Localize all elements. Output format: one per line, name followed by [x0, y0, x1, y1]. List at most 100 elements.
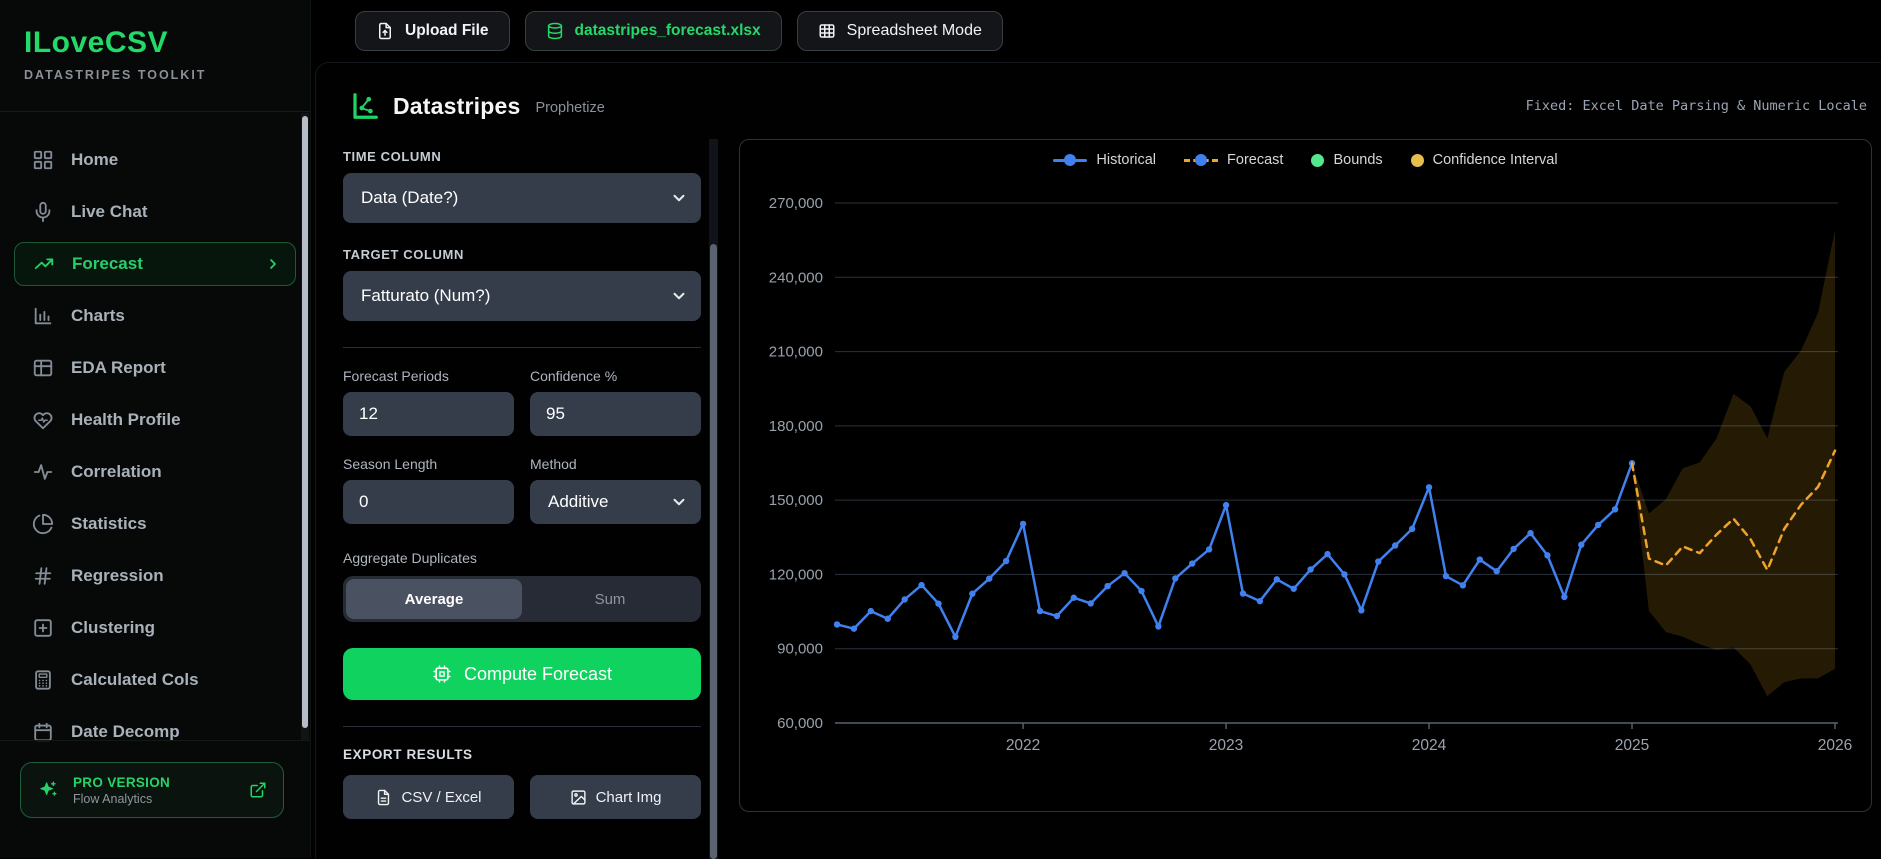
export-csv-button[interactable]: CSV / Excel: [343, 775, 514, 819]
export-chart-img-button[interactable]: Chart Img: [530, 775, 701, 819]
spreadsheet-mode-button[interactable]: Spreadsheet Mode: [796, 11, 1003, 51]
bar-chart-icon: [32, 305, 54, 327]
config-divider: [343, 347, 701, 348]
hash-icon: [32, 565, 54, 587]
pie-chart-icon: [32, 513, 54, 535]
pro-version-card[interactable]: PRO VERSION Flow Analytics: [20, 762, 284, 818]
sidebar-item-label: Statistics: [71, 514, 147, 533]
legend-label: Historical: [1096, 152, 1157, 168]
legend-dashed-swatch: [1184, 153, 1219, 167]
page-header: Datastripes Prophetize Fixed: Excel Date…: [316, 63, 1881, 139]
legend-dot-swatch: [1311, 153, 1325, 167]
datastripes-logo-icon: [350, 91, 380, 121]
legend-item-bounds[interactable]: Bounds: [1311, 152, 1383, 168]
upload-file-label: Upload File: [405, 22, 489, 39]
sidebar-item-regression[interactable]: Regression: [14, 554, 296, 598]
sparkles-icon: [37, 779, 59, 801]
sidebar-item-label: Home: [71, 150, 119, 169]
export-csv-label: CSV / Excel: [401, 788, 482, 806]
aggregate-duplicates-label: Aggregate Duplicates: [343, 550, 477, 566]
sidebar-scrollbar[interactable]: [301, 113, 309, 740]
forecast-config-panel: TIME COLUMN Data (Date?) TARGET COLUMN F…: [343, 139, 701, 819]
sidebar-item-correlation[interactable]: Correlation: [14, 450, 296, 494]
svg-text:210,000: 210,000: [769, 344, 823, 361]
sidebar-item-eda-report[interactable]: EDA Report: [14, 346, 296, 390]
trend-up-icon: [33, 253, 55, 275]
sidebar-item-date-decomp[interactable]: Date Decomp: [14, 710, 296, 754]
svg-text:2023: 2023: [1209, 737, 1243, 754]
compute-forecast-button[interactable]: Compute Forecast: [343, 648, 701, 700]
sidebar-item-label: Correlation: [71, 462, 162, 481]
sidebar-item-health-profile[interactable]: Health Profile: [14, 398, 296, 442]
confidence-label: Confidence %: [530, 368, 618, 384]
sidebar-scrollbar-thumb[interactable]: [302, 116, 308, 728]
chevron-down-icon: [670, 493, 688, 511]
current-file-button[interactable]: datastripes_forecast.xlsx: [524, 11, 782, 51]
legend-item-confidence-interval[interactable]: Confidence Interval: [1410, 152, 1558, 168]
time-column-value: Data (Date?): [361, 188, 459, 207]
forecast-periods-input[interactable]: [343, 392, 514, 436]
page-subtitle: Prophetize: [535, 100, 605, 116]
svg-text:180,000: 180,000: [769, 418, 823, 435]
logo-block: ILoveCSV DATASTRIPES TOOLKIT: [0, 0, 310, 112]
legend-label: Bounds: [1333, 152, 1383, 168]
aggregate-option-sum[interactable]: Sum: [522, 579, 698, 619]
export-divider: [343, 726, 701, 727]
sidebar-item-label: Regression: [71, 566, 164, 585]
legend-item-historical[interactable]: Historical: [1053, 152, 1156, 168]
sidebar-nav: Home Live Chat Forecast Charts EDA Report Hea…: [0, 112, 310, 754]
target-column-select[interactable]: Fatturato (Num?): [343, 271, 701, 321]
svg-text:120,000: 120,000: [769, 566, 823, 583]
sidebar-item-label: Forecast: [72, 254, 143, 273]
sidebar-item-label: Health Profile: [71, 410, 181, 429]
sidebar-item-statistics[interactable]: Statistics: [14, 502, 296, 546]
chevron-down-icon: [670, 189, 688, 207]
method-select[interactable]: Additive: [530, 480, 701, 524]
sidebar-item-charts[interactable]: Charts: [14, 294, 296, 338]
svg-text:240,000: 240,000: [769, 269, 823, 286]
season-length-label: Season Length: [343, 456, 438, 472]
legend-line-swatch: [1053, 153, 1088, 167]
svg-text:2024: 2024: [1412, 737, 1447, 754]
spreadsheet-mode-label: Spreadsheet Mode: [846, 22, 982, 39]
legend-item-forecast[interactable]: Forecast: [1184, 152, 1283, 168]
app-logo: ILoveCSV: [24, 26, 169, 59]
aggregate-option-average[interactable]: Average: [346, 579, 522, 619]
top-toolbar: Upload File datastripes_forecast.xlsx Sp…: [311, 0, 1881, 62]
database-icon: [546, 22, 564, 40]
target-column-label: TARGET COLUMN: [343, 247, 464, 262]
status-note: Fixed: Excel Date Parsing & Numeric Loca…: [1525, 98, 1867, 114]
forecast-chart[interactable]: 60,000 90,000 120,000 150,000 180,000 210,000…: [740, 182, 1871, 810]
sidebar-item-calculated-cols[interactable]: Calculated Cols: [14, 658, 296, 702]
upload-file-button[interactable]: Upload File: [355, 11, 510, 51]
forecast-chart-card: Historical Forecast Bounds Confidence Inter…: [739, 139, 1872, 812]
image-icon: [570, 789, 587, 806]
sidebar-item-live-chat[interactable]: Live Chat: [14, 190, 296, 234]
sidebar-item-clustering[interactable]: Clustering: [14, 606, 296, 650]
compute-forecast-label: Compute Forecast: [463, 663, 613, 684]
forecast-periods-label: Forecast Periods: [343, 368, 449, 384]
season-length-input[interactable]: [343, 480, 514, 524]
chevron-right-icon: [265, 256, 281, 272]
config-scrollbar-thumb[interactable]: [710, 244, 717, 859]
sidebar-item-label: Calculated Cols: [71, 670, 199, 689]
sidebar-item-forecast[interactable]: Forecast: [14, 242, 296, 286]
content-panel: Datastripes Prophetize Fixed: Excel Date…: [315, 62, 1881, 859]
heart-pulse-icon: [32, 409, 54, 431]
sidebar-divider: [0, 740, 310, 741]
target-column-value: Fatturato (Num?): [361, 286, 491, 305]
confidence-input[interactable]: [530, 392, 701, 436]
sidebar-item-label: Charts: [71, 306, 125, 325]
config-scrollbar[interactable]: [709, 139, 718, 859]
sidebar: ILoveCSV DATASTRIPES TOOLKIT Home Live Ch…: [0, 0, 311, 858]
legend-label: Forecast: [1227, 152, 1284, 168]
time-column-select[interactable]: Data (Date?): [343, 173, 701, 223]
plus-square-icon: [32, 617, 54, 639]
external-link-icon: [249, 781, 267, 799]
sidebar-item-label: EDA Report: [71, 358, 166, 377]
page-title: Datastripes: [393, 92, 521, 119]
export-results-label: EXPORT RESULTS: [343, 747, 473, 762]
sidebar-item-home[interactable]: Home: [14, 138, 296, 182]
mic-icon: [32, 201, 54, 223]
file-text-icon: [375, 789, 392, 806]
